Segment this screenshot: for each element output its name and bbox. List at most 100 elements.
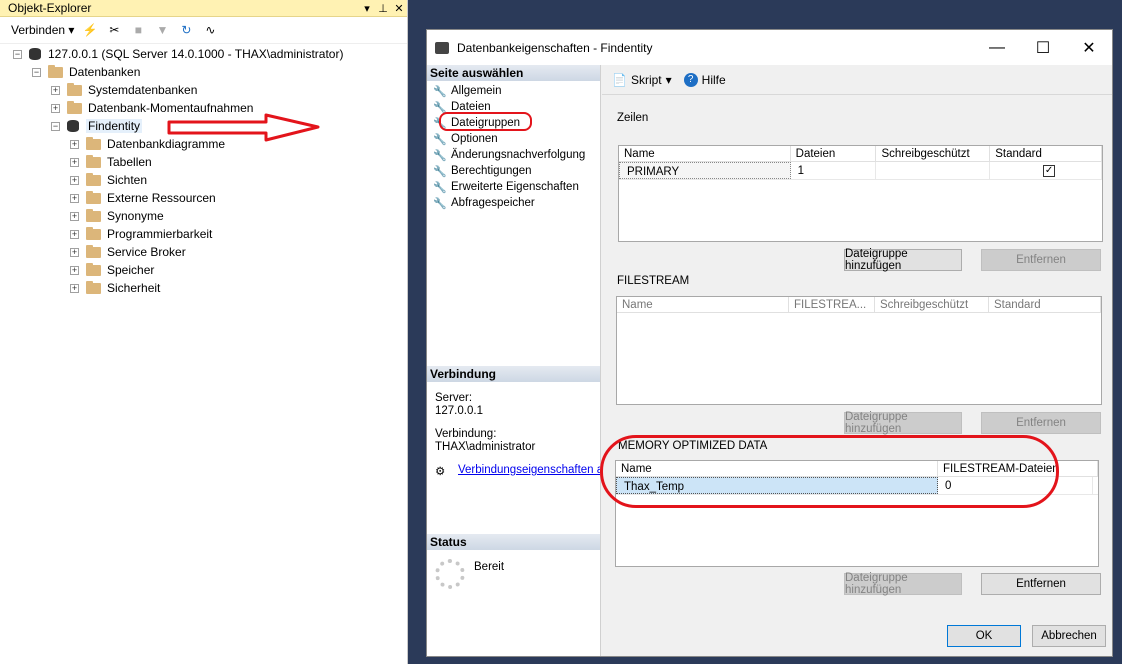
folder-icon [86, 172, 101, 186]
column-header[interactable]: Schreibgeschützt [875, 297, 989, 312]
minimize-icon[interactable]: — [974, 39, 1020, 57]
pin-icon[interactable]: ⊥ [375, 2, 391, 15]
tree-item[interactable]: + Service Broker [70, 243, 186, 261]
table-row[interactable]: PRIMARY 1 ✓ [619, 162, 1102, 180]
filestream-grid[interactable]: Name FILESTREA... Schreibgeschützt Standard [616, 296, 1102, 405]
column-header[interactable]: Schreibgeschützt [876, 146, 991, 161]
connect-button[interactable]: Verbinden ▾ [11, 23, 74, 37]
page-item[interactable]: 🔧 Erweiterte Eigenschaften [427, 179, 600, 195]
cancel-button[interactable]: Abbrechen [1032, 625, 1106, 647]
script-button[interactable]: Skript [631, 73, 662, 87]
page-item[interactable]: 🔧 Änderungsnachverfolgung [427, 147, 600, 163]
disconnect-icon[interactable]: ✂ [106, 22, 122, 38]
server-label: Server: [435, 392, 473, 404]
column-header[interactable]: Name [616, 461, 938, 476]
close-icon[interactable]: ✕ [391, 2, 407, 15]
expand-icon[interactable]: + [70, 157, 79, 167]
rows-grid[interactable]: Name Dateien Schreibgeschützt Standard PRIM… [618, 145, 1103, 242]
column-header[interactable]: Dateien [791, 146, 877, 161]
memory-add-filegroup-button[interactable]: Dateigruppe hinzufügen [844, 572, 962, 596]
tree-databases[interactable]: − Datenbanken [32, 63, 140, 81]
help-button[interactable]: Hilfe [702, 73, 726, 87]
tree-database-findentity[interactable]: − Findentity [51, 117, 143, 135]
tree-item[interactable]: + Synonyme [70, 207, 164, 225]
tree-system-databases[interactable]: + Systemdatenbanken [51, 81, 197, 99]
maximize-icon[interactable]: ☐ [1020, 38, 1066, 58]
folder-icon [86, 136, 101, 150]
page-item[interactable]: 🔧 Dateien [427, 99, 600, 115]
expand-icon[interactable]: + [51, 103, 60, 113]
rows-cell-readonly[interactable] [876, 162, 991, 179]
page-item[interactable]: 🔧 Dateigruppen [427, 115, 600, 131]
rows-add-filegroup-button[interactable]: Dateigruppe hinzufügen [844, 248, 962, 272]
memory-cell-name[interactable]: Thax_Temp [616, 477, 938, 494]
column-header[interactable]: Name [619, 146, 791, 161]
page-item-label: Allgemein [451, 85, 502, 97]
memory-optimized-grid[interactable]: Name FILESTREAM-Dateien Thax_Temp 0 [615, 460, 1099, 567]
connection-value: THAX\administrator [435, 441, 536, 453]
object-explorer-toolbar: Verbinden ▾ ⚡ ✂ ■ ▼ ↻ ∿ [0, 17, 407, 44]
close-icon[interactable]: ✕ [1066, 38, 1112, 58]
refresh-icon[interactable]: ↻ [178, 22, 194, 38]
column-header[interactable]: Standard [989, 297, 1101, 312]
ok-button[interactable]: OK [947, 625, 1021, 647]
collapse-icon[interactable]: − [51, 121, 60, 131]
connect-icon[interactable]: ⚡ [82, 22, 98, 38]
wrench-icon: 🔧 [433, 101, 447, 114]
rows-remove-button[interactable]: Entfernen [981, 249, 1101, 271]
tree-item[interactable]: + Speicher [70, 261, 154, 279]
collapse-icon[interactable]: − [32, 67, 41, 77]
rows-cell-default[interactable]: ✓ [990, 162, 1102, 179]
connection-properties-link[interactable]: Verbindungseigenschaften anzeigen [458, 464, 600, 476]
memory-cell-files[interactable]: 0 [938, 477, 1093, 494]
expand-icon[interactable]: + [70, 139, 79, 149]
column-header[interactable]: FILESTREAM-Dateien [938, 461, 1098, 476]
tree-server[interactable]: − 127.0.0.1 (SQL Server 14.0.1000 - THAX… [13, 45, 343, 63]
stop-icon[interactable]: ■ [130, 22, 146, 38]
tree-item[interactable]: + Externe Ressourcen [70, 189, 216, 207]
filter-icon[interactable]: ▼ [154, 22, 170, 38]
tree-item[interactable]: + Sicherheit [70, 279, 160, 297]
select-page-header: Seite auswählen [427, 65, 600, 81]
connection-properties-icon: ⚙ [435, 466, 446, 478]
tree-item-label: Programmierbarkeit [107, 227, 213, 241]
tree-item-label: Sichten [107, 173, 148, 187]
object-explorer-title: Objekt-Explorer [8, 1, 92, 15]
expand-icon[interactable]: + [70, 193, 79, 203]
tree-item-label: Tabellen [107, 155, 152, 169]
page-item[interactable]: 🔧 Abfragespeicher [427, 195, 600, 211]
tree-item[interactable]: + Sichten [70, 171, 147, 189]
column-header[interactable]: Name [617, 297, 789, 312]
rows-cell-name[interactable]: PRIMARY [619, 162, 791, 179]
folder-icon [67, 82, 82, 96]
rows-cell-files[interactable]: 1 [791, 162, 877, 179]
default-checkbox[interactable]: ✓ [1043, 164, 1056, 177]
column-header[interactable]: Standard [990, 146, 1102, 161]
dialog-title: Datenbankeigenschaften - Findentity [457, 40, 653, 55]
expand-icon[interactable]: + [70, 283, 79, 293]
chevron-down-icon[interactable]: ▾ [666, 73, 672, 87]
expand-icon[interactable]: + [70, 247, 79, 257]
object-explorer-panel: Objekt-Explorer ▾ ⊥ ✕ Verbinden ▾ ⚡ ✂ ■ … [0, 0, 408, 664]
column-header[interactable]: FILESTREA... [789, 297, 875, 312]
expand-icon[interactable]: + [51, 85, 60, 95]
page-item[interactable]: 🔧 Allgemein [427, 83, 600, 99]
table-row[interactable]: Thax_Temp 0 [616, 477, 1098, 495]
dropdown-icon[interactable]: ▾ [359, 2, 375, 15]
folder-icon [67, 100, 82, 114]
memory-remove-button[interactable]: Entfernen [981, 573, 1101, 595]
filestream-remove-button[interactable]: Entfernen [981, 412, 1101, 434]
tree-item[interactable]: + Programmierbarkeit [70, 225, 212, 243]
folder-icon [86, 190, 101, 204]
tree-item[interactable]: + Tabellen [70, 153, 152, 171]
expand-icon[interactable]: + [70, 175, 79, 185]
expand-icon[interactable]: + [70, 265, 79, 275]
page-item[interactable]: 🔧 Optionen [427, 131, 600, 147]
collapse-icon[interactable]: − [13, 49, 22, 59]
page-item[interactable]: 🔧 Berechtigungen [427, 163, 600, 179]
expand-icon[interactable]: + [70, 229, 79, 239]
expand-icon[interactable]: + [70, 211, 79, 221]
filestream-add-filegroup-button[interactable]: Dateigruppe hinzufügen [844, 411, 962, 435]
folder-icon [86, 280, 101, 294]
activity-icon[interactable]: ∿ [202, 22, 218, 38]
